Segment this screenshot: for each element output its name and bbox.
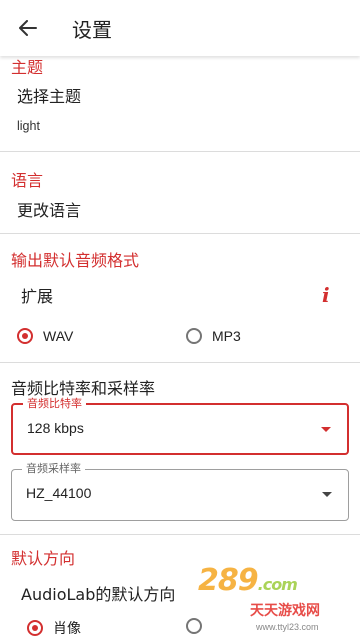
bitrate-legend: 音频比特率 — [23, 397, 86, 411]
orientation-label: AudioLab的默认方向 — [21, 585, 176, 604]
app-bar: 设置 — [0, 0, 360, 56]
info-icon[interactable]: i — [322, 283, 330, 307]
divider — [0, 362, 360, 363]
radio-unchecked-icon — [186, 618, 202, 634]
radio-checked-icon — [17, 328, 33, 344]
brand-number: 289 — [198, 563, 259, 598]
choose-theme-item[interactable]: 选择主题 — [17, 83, 81, 107]
radio-wav[interactable]: WAV — [17, 328, 73, 344]
bitrate-section-label: 音频比特率和采样率 — [11, 379, 156, 398]
change-language-item[interactable]: 更改语言 — [17, 197, 81, 221]
divider — [0, 151, 360, 152]
site-watermark: 天天游戏网 — [250, 603, 320, 619]
language-section-title: 语言 — [11, 171, 44, 190]
orientation-section-title: 默认方向 — [11, 549, 76, 568]
theme-section-title: 主题 — [11, 58, 44, 77]
radio-second-orientation[interactable] — [186, 618, 212, 634]
divider — [0, 534, 360, 535]
samplerate-value: HZ_44100 — [26, 485, 92, 501]
settings-list: 主题 选择主题 light 语言 更改语言 输出默认音频格式 扩展 i WAV … — [0, 56, 360, 640]
radio-unchecked-icon — [186, 328, 202, 344]
samplerate-dropdown[interactable]: 音频采样率 HZ_44100 — [11, 462, 349, 521]
arrow-left-icon — [19, 20, 37, 36]
radio-mp3-label: MP3 — [212, 328, 241, 344]
bitrate-value: 128 kbps — [27, 420, 84, 436]
brand-suffix: .com — [257, 575, 298, 594]
radio-portrait-label: 肖像 — [53, 620, 81, 636]
output-format-section-title: 输出默认音频格式 — [11, 251, 140, 270]
divider — [0, 233, 360, 234]
radio-mp3[interactable]: MP3 — [186, 328, 241, 344]
bitrate-dropdown[interactable]: 音频比特率 128 kbps — [11, 397, 349, 455]
caret-down-icon — [322, 492, 332, 497]
site-url-watermark: www.ttyl23.com — [256, 622, 319, 632]
brand-watermark: 289.com — [198, 563, 298, 598]
back-button[interactable] — [12, 12, 44, 44]
theme-value: light — [17, 119, 40, 133]
extension-label: 扩展 — [21, 287, 54, 306]
radio-checked-icon — [27, 620, 43, 636]
radio-portrait[interactable]: 肖像 — [27, 618, 81, 638]
page-title: 设置 — [72, 18, 112, 42]
samplerate-legend: 音频采样率 — [22, 462, 85, 476]
radio-wav-label: WAV — [43, 328, 74, 344]
caret-down-icon — [321, 427, 331, 432]
